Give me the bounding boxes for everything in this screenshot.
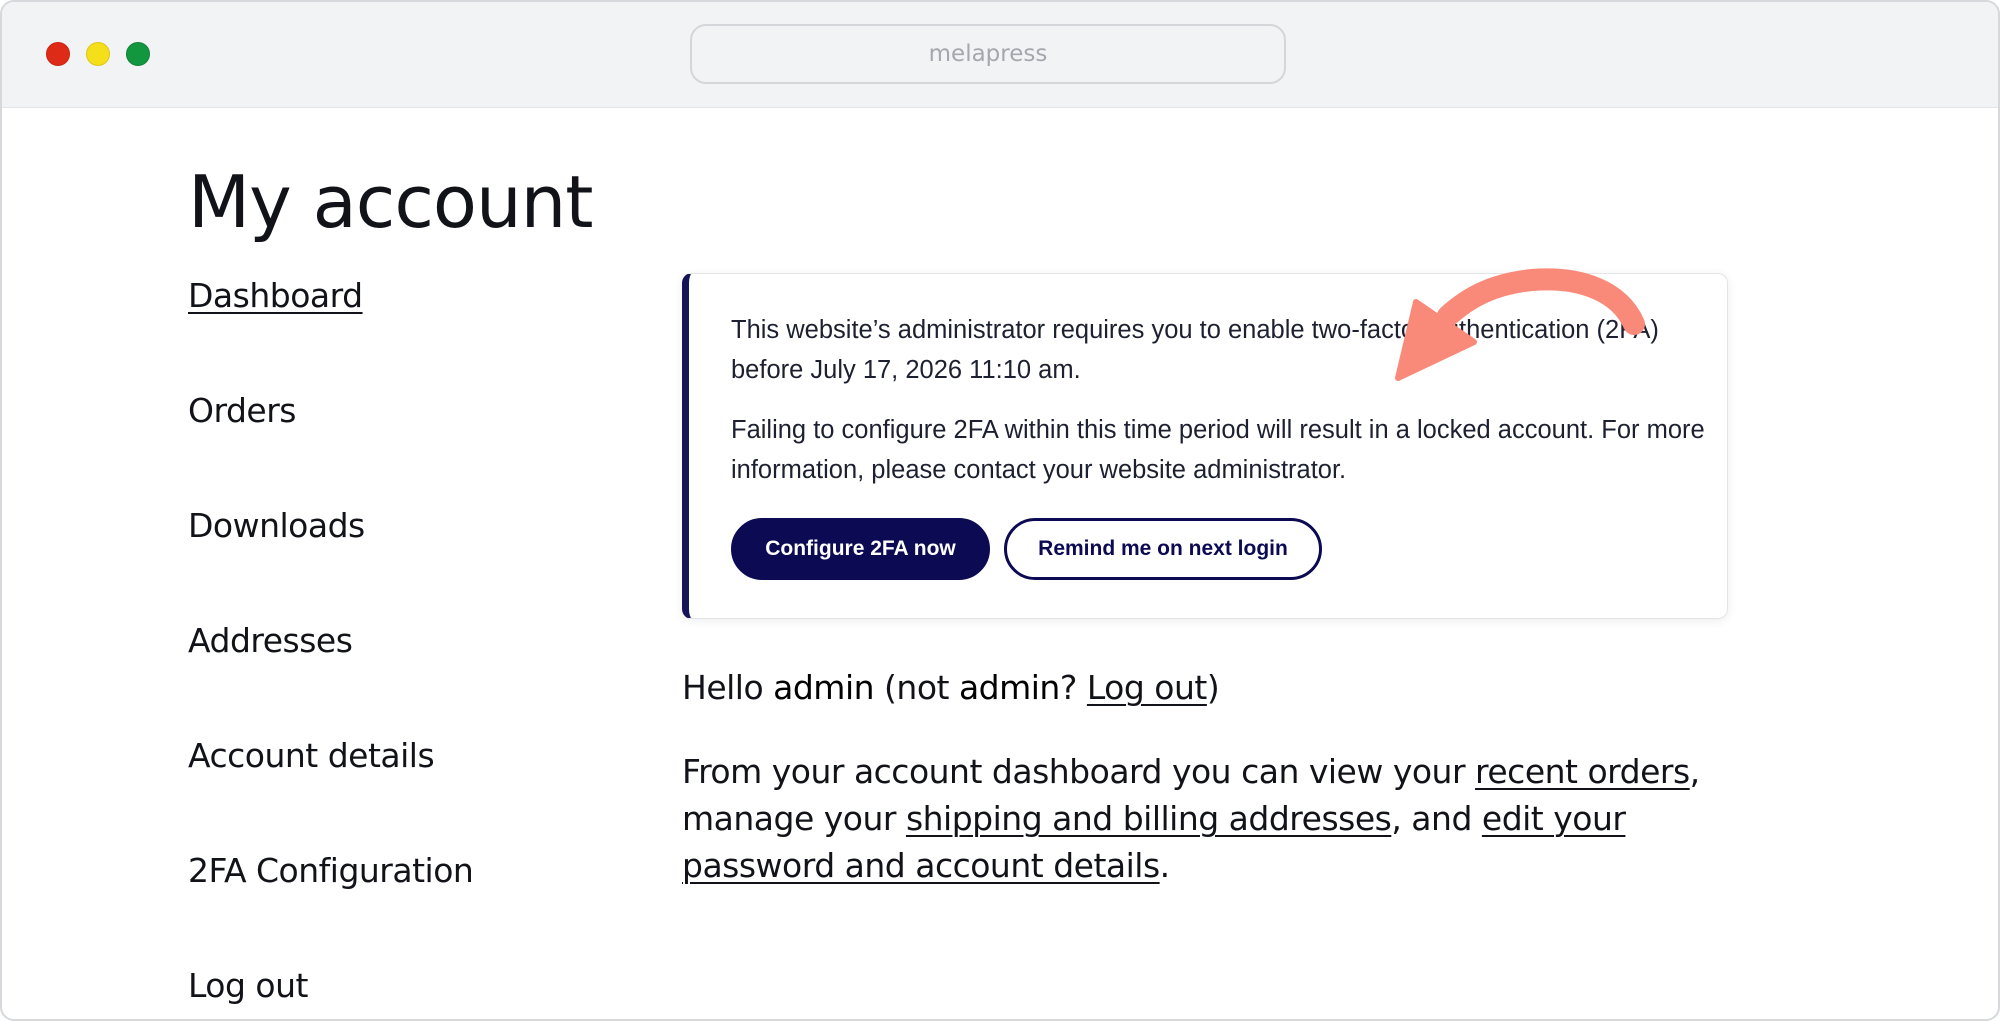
greeting-close: ) bbox=[1206, 668, 1220, 707]
greeting-not-username: admin bbox=[958, 668, 1060, 707]
nav-item-addresses[interactable]: Addresses bbox=[188, 621, 353, 660]
nav-item-2fa-configuration[interactable]: 2FA Configuration bbox=[188, 851, 474, 890]
nav-item-dashboard[interactable]: Dashboard bbox=[188, 276, 363, 315]
intro-text-1: From your account dashboard you can view… bbox=[682, 752, 1476, 791]
greeting-question: ? bbox=[1059, 668, 1087, 707]
maximize-window-icon[interactable] bbox=[126, 42, 150, 66]
nav-item-log-out[interactable]: Log out bbox=[188, 966, 308, 1005]
intro-text-3: , and bbox=[1391, 799, 1482, 838]
greeting-logout-link[interactable]: Log out bbox=[1087, 668, 1207, 707]
close-window-icon[interactable] bbox=[46, 42, 70, 66]
dashboard-intro-text: From your account dashboard you can view… bbox=[682, 748, 1752, 889]
recent-orders-link[interactable]: recent orders bbox=[1475, 752, 1690, 791]
page-title: My account bbox=[188, 160, 593, 244]
minimize-window-icon[interactable] bbox=[86, 42, 110, 66]
browser-window: melapress My account Dashboard Orders Do… bbox=[0, 0, 2000, 1021]
nav-item-downloads[interactable]: Downloads bbox=[188, 506, 365, 545]
address-bar[interactable]: melapress bbox=[690, 24, 1286, 84]
address-text: melapress bbox=[928, 41, 1048, 67]
pointer-arrow-icon bbox=[1395, 268, 1645, 381]
remind-next-login-button[interactable]: Remind me on next login bbox=[1004, 518, 1322, 580]
page-content: My account Dashboard Orders Downloads Ad… bbox=[2, 108, 1998, 1019]
nav-item-account-details[interactable]: Account details bbox=[188, 736, 435, 775]
greeting-hello: Hello bbox=[682, 668, 774, 707]
browser-titlebar: melapress bbox=[2, 2, 1998, 108]
greeting-text: Hello admin (not admin? Log out) bbox=[682, 668, 1220, 707]
greeting-username: admin bbox=[773, 668, 875, 707]
notice-warning-text: Failing to configure 2FA within this tim… bbox=[731, 416, 1705, 484]
intro-text-4: . bbox=[1159, 846, 1171, 885]
configure-2fa-button[interactable]: Configure 2FA now bbox=[731, 518, 990, 580]
nav-item-orders[interactable]: Orders bbox=[188, 391, 296, 430]
greeting-not: (not bbox=[874, 668, 959, 707]
addresses-link[interactable]: shipping and billing addresses bbox=[906, 799, 1392, 838]
